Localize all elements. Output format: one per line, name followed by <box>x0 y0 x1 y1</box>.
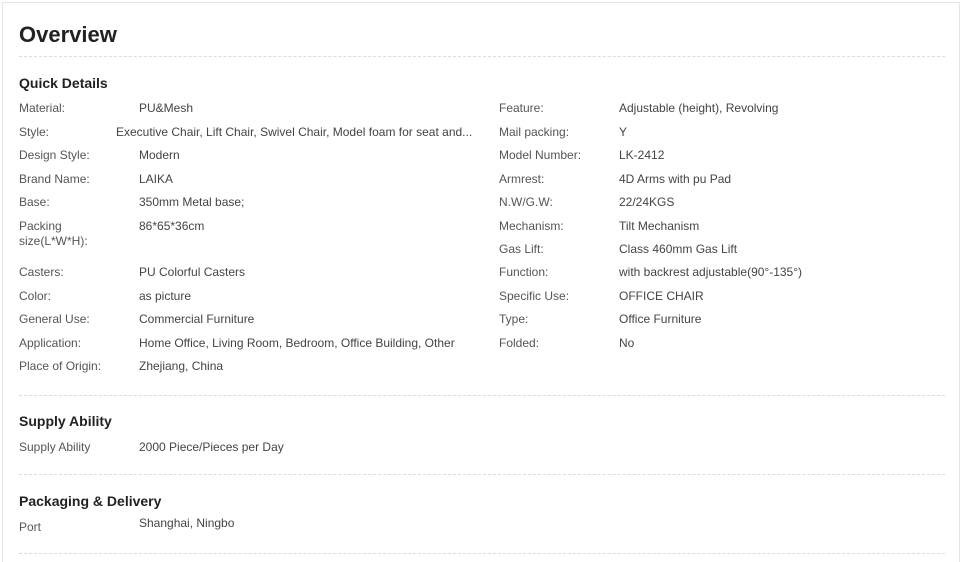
spec-label: Feature: <box>499 101 544 115</box>
spec-value: Home Office, Living Room, Bedroom, Offic… <box>139 336 455 350</box>
spec-label: Folded: <box>499 336 540 350</box>
packaging-delivery-heading: Packaging & Delivery <box>19 493 162 509</box>
supply-ability-value: 2000 Piece/Pieces per Day <box>139 440 284 454</box>
spec-value: No <box>619 336 635 350</box>
spec-label: N.W/G.W: <box>499 195 553 209</box>
spec-label: Gas Lift: <box>499 242 544 256</box>
spec-label: Specific Use: <box>499 289 570 303</box>
overview-card: Overview Quick Details Material: PU&Mesh… <box>2 2 960 562</box>
spec-value: Y <box>619 125 628 139</box>
divider <box>19 474 945 475</box>
divider <box>19 56 945 57</box>
divider <box>19 395 945 396</box>
divider <box>19 553 945 554</box>
spec-label: Armrest: <box>499 172 545 186</box>
spec-label: Model Number: <box>499 148 582 162</box>
spec-value: Office Furniture <box>619 312 702 326</box>
spec-value: 22/24KGS <box>619 195 675 209</box>
spec-value: with backrest adjustable(90°-135°) <box>619 265 803 279</box>
spec-label: Application: <box>19 336 82 350</box>
spec-label: Brand Name: <box>19 172 90 186</box>
spec-value: Adjustable (height), Revolving <box>619 101 779 115</box>
port-label: Port <box>19 520 42 534</box>
spec-value: as picture <box>139 289 192 303</box>
spec-label: Packing size(L*W*H): <box>19 219 88 248</box>
spec-label: Design Style: <box>19 148 90 162</box>
spec-label: Place of Origin: <box>19 359 102 373</box>
spec-label: Casters: <box>19 265 64 279</box>
spec-value: Tilt Mechanism <box>619 219 700 233</box>
supply-ability-label: Supply Ability <box>19 440 91 454</box>
spec-label: Mail packing: <box>499 125 570 139</box>
spec-label: Type: <box>499 312 529 326</box>
spec-value: OFFICE CHAIR <box>619 289 704 303</box>
spec-value: LAIKA <box>139 172 174 186</box>
spec-label: General Use: <box>19 312 90 326</box>
spec-value: Commercial Furniture <box>139 312 255 326</box>
spec-value: Class 460mm Gas Lift <box>619 242 738 256</box>
page-title: Overview <box>19 22 117 47</box>
spec-value: Executive Chair, Lift Chair, Swivel Chai… <box>116 125 473 139</box>
quick-details-heading: Quick Details <box>19 75 108 91</box>
spec-value: 86*65*36cm <box>139 219 205 233</box>
port-value: Shanghai, Ningbo <box>139 516 235 530</box>
spec-value: 350mm Metal base; <box>139 195 245 209</box>
spec-label: Mechanism: <box>499 219 564 233</box>
spec-value: LK-2412 <box>619 148 665 162</box>
spec-label: Color: <box>19 289 52 303</box>
spec-value: Modern <box>139 148 180 162</box>
spec-value: 4D Arms with pu Pad <box>619 172 732 186</box>
spec-label: Style: <box>19 125 50 139</box>
spec-value: PU Colorful Casters <box>139 265 246 279</box>
spec-label: Function: <box>499 265 549 279</box>
spec-label: Material: <box>19 101 66 115</box>
supply-ability-heading: Supply Ability <box>19 413 112 429</box>
spec-value: Zhejiang, China <box>139 359 224 373</box>
spec-label: Base: <box>19 195 50 209</box>
spec-value: PU&Mesh <box>139 101 194 115</box>
